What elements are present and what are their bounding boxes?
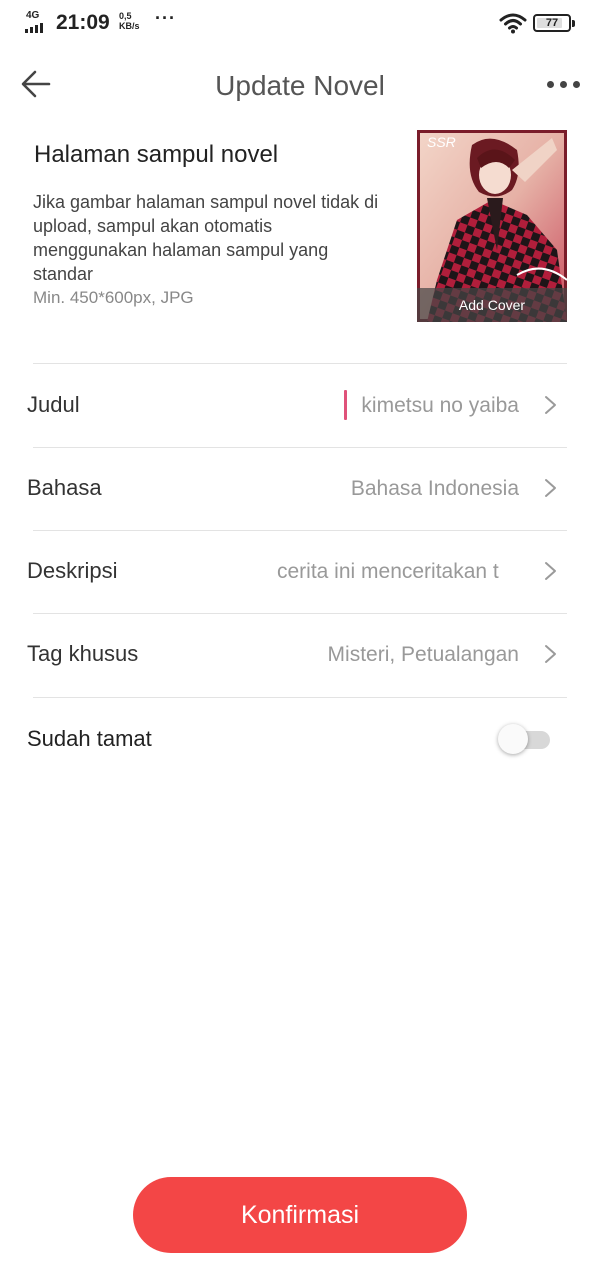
app-header: Update Novel [0, 48, 600, 122]
chevron-right-icon [545, 562, 556, 580]
completed-toggle[interactable] [498, 724, 552, 754]
cover-badge: SSR [427, 134, 456, 150]
description-value: cerita ini menceritakan t [277, 560, 499, 583]
more-horizontal-icon [546, 80, 554, 88]
description-label: Deskripsi [27, 558, 118, 583]
battery-level: 77 [545, 17, 559, 29]
add-cover-button[interactable]: Add Cover [417, 288, 567, 322]
language-row[interactable]: Bahasa Bahasa Indonesia [0, 447, 600, 530]
network-type: 4G [26, 10, 40, 21]
language-value: Bahasa Indonesia [350, 477, 519, 500]
wifi-icon [499, 12, 527, 34]
battery-icon: 77 [533, 14, 575, 32]
speed-value: 0,5 [119, 11, 132, 21]
cover-image-upload[interactable]: SSR Add Cover [417, 130, 567, 322]
status-bar: 4G 21:09 0,5 KB/s ··· 77 [0, 0, 600, 48]
language-label: Bahasa [27, 475, 102, 500]
text-caret [344, 390, 347, 420]
clock: 21:09 [56, 11, 110, 34]
tags-value: Misteri, Petualangan [327, 643, 519, 666]
completed-row: Sudah tamat [0, 698, 600, 778]
cover-heading: Halaman sampul novel [34, 141, 279, 168]
tags-row[interactable]: Tag khusus Misteri, Petualangan [0, 613, 600, 696]
speed-unit: KB/s [119, 21, 140, 31]
more-button[interactable] [538, 62, 588, 106]
chevron-right-icon [545, 396, 556, 414]
chevron-right-icon [545, 645, 556, 663]
cover-section: Halaman sampul novel Jika gambar halaman… [0, 122, 600, 364]
title-label: Judul [27, 392, 80, 417]
chevron-right-icon [545, 479, 556, 497]
title-value[interactable]: kimetsu no yaiba [361, 394, 519, 418]
tags-label: Tag khusus [27, 641, 139, 666]
notification-more: ··· [155, 8, 176, 28]
toggle-knob [498, 724, 528, 754]
cover-spec: Min. 450*600px, JPG [33, 288, 194, 307]
completed-label: Sudah tamat [27, 726, 152, 751]
page-title: Update Novel [215, 70, 385, 101]
network-speed: 0,5 KB/s [119, 11, 145, 31]
cover-description: Jika gambar halaman sampul novel tidak d… [33, 192, 379, 284]
description-row[interactable]: Deskripsi cerita ini menceritakan t [0, 530, 600, 613]
title-row[interactable]: Judul kimetsu no yaiba [0, 364, 600, 447]
confirm-button[interactable]: Konfirmasi [133, 1177, 467, 1253]
signal-icon: 4G [25, 10, 51, 33]
